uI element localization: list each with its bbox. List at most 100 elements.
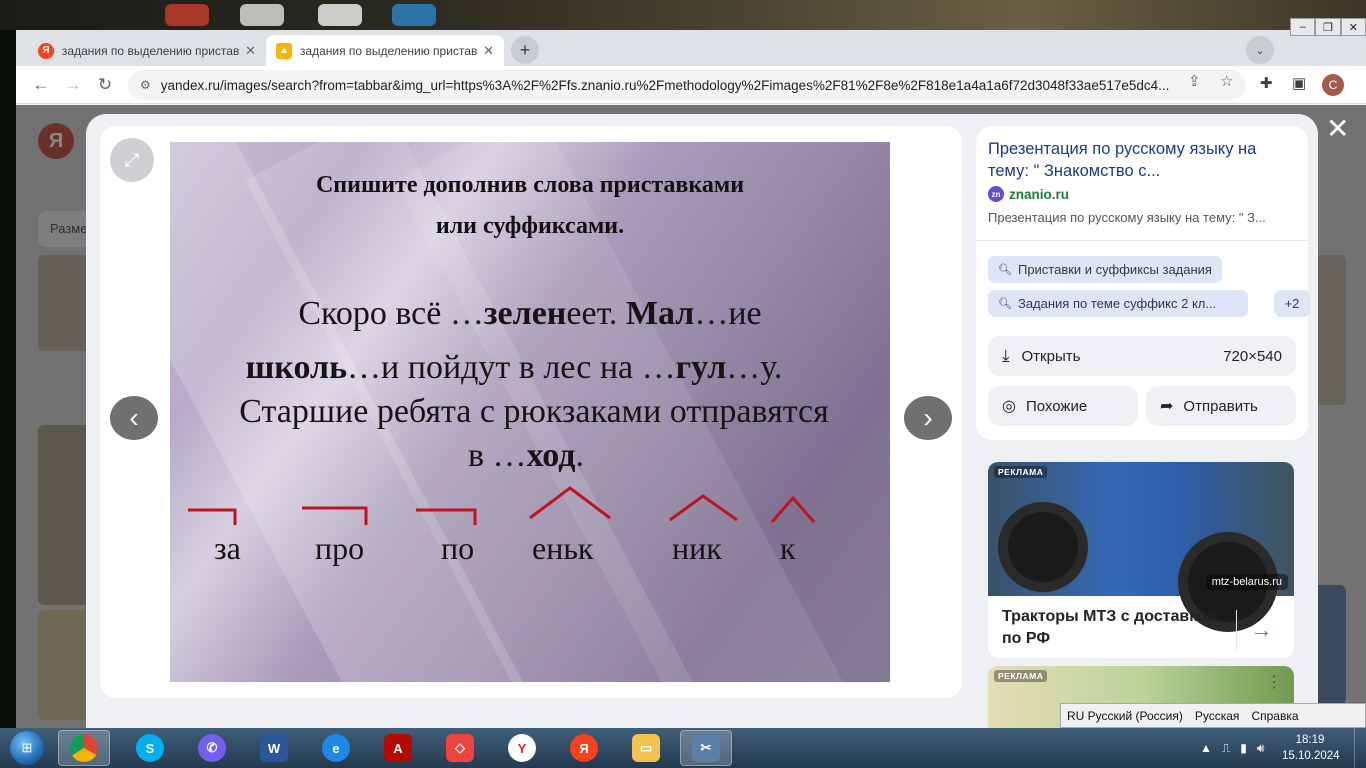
source-site-name: znanio.ru <box>1009 186 1069 202</box>
taskbar-anydesk[interactable]: ◇ <box>434 730 486 766</box>
suffix-mark <box>669 494 738 522</box>
browser-window: Я задания по выделению пристав ✕ ▲ задан… <box>16 30 1366 728</box>
acrobat-icon: A <box>384 734 412 762</box>
chip-label: Задания по теме суффикс 2 кл... <box>1017 296 1217 311</box>
reload-button[interactable]: ↻ <box>92 72 118 98</box>
window-controls: – ❐ ✕ <box>1290 18 1366 36</box>
source-title-link[interactable]: Презентация по русскому языку на тему: "… <box>988 138 1288 182</box>
site-info-icon[interactable]: ⚙ <box>140 78 151 92</box>
new-tab-button[interactable]: + <box>511 36 539 64</box>
open-label: Открыть <box>1021 347 1081 365</box>
forward-button[interactable]: → <box>60 72 86 98</box>
morpheme-label: за <box>214 530 241 566</box>
system-tray: ▲ ⎍ ▮ 🔊︎ <box>1200 728 1264 768</box>
help-link[interactable]: Справка <box>1251 709 1298 723</box>
windows-logo-icon: ⊞ <box>10 731 44 765</box>
ad-title[interactable]: Тракторы МТЗ с доставкой по РФ <box>1002 606 1222 650</box>
camera-icon: ◎ <box>1002 398 1016 415</box>
show-desktop-button[interactable] <box>1354 728 1366 768</box>
more-options-icon[interactable]: ⋮ <box>1266 672 1282 692</box>
download-icon: ⤓ <box>1002 346 1010 365</box>
start-button[interactable]: ⊞ <box>2 728 52 768</box>
suffix-mark <box>770 495 816 523</box>
taskbar-snipping-tool[interactable]: ✂ <box>680 730 732 766</box>
search-icon: 🔍︎ <box>998 264 1012 276</box>
morpheme-label: про <box>315 530 365 566</box>
tab-close-icon[interactable]: ✕ <box>483 43 494 59</box>
tab-search-button[interactable]: ⌄ <box>1246 36 1274 64</box>
more-chips-button[interactable]: +2 <box>1274 290 1310 317</box>
previous-image-button[interactable]: ‹ <box>110 396 158 440</box>
image-viewer: ⤢ ‹ › Спишите дополнив слова приставками… <box>100 126 962 698</box>
ad-card[interactable]: РЕКЛАМА mtz-belarus.ru Тракторы МТЗ с до… <box>988 462 1294 658</box>
tab-close-icon[interactable]: ✕ <box>245 43 256 59</box>
desktop-icon[interactable] <box>318 4 362 26</box>
divider <box>976 240 1308 241</box>
bookmark-star-icon[interactable]: ☆ <box>1220 72 1233 90</box>
viber-icon: ✆ <box>198 734 226 762</box>
related-query-chip[interactable]: 🔍︎ Задания по теме суффикс 2 кл... <box>988 290 1248 317</box>
taskbar: ⊞ S ✆ W e A ◇ Y Я ▭ ✂ ▲ ⎍ ▮ 🔊︎ 18:19 15.… <box>0 728 1366 768</box>
tab-title: задания по выделению пристав <box>299 43 478 58</box>
morpheme-label: еньк <box>532 530 594 566</box>
clock-date: 15.10.2024 <box>1282 750 1340 762</box>
chrome-icon <box>70 734 98 762</box>
address-bar[interactable]: ⚙ yandex.ru/images/search?from=tabbar&im… <box>128 70 1246 100</box>
extensions-icon[interactable]: ✚ <box>1260 74 1273 92</box>
taskbar-chrome[interactable] <box>58 730 110 766</box>
taskbar-explorer[interactable]: ▭ <box>620 730 672 766</box>
prefix-mark <box>416 508 477 525</box>
image-viewer-modal: ⤢ ‹ › Спишите дополнив слова приставками… <box>86 114 1318 728</box>
similar-images-button[interactable]: ◎ Похожие <box>988 386 1138 426</box>
taskbar-yandex[interactable]: Я <box>558 730 610 766</box>
next-image-button[interactable]: › <box>904 396 952 440</box>
minimize-button[interactable]: – <box>1290 18 1316 36</box>
desktop-icon[interactable] <box>240 4 284 26</box>
signal-icon[interactable]: ▮ <box>1240 741 1247 755</box>
share-arrow-icon: ➦ <box>1160 398 1174 415</box>
maximize-button[interactable]: ❐ <box>1315 18 1341 36</box>
share-button[interactable]: ➦ Отправить <box>1146 386 1296 426</box>
language-indicator[interactable]: RU Русский (Россия) <box>1067 709 1183 723</box>
share-label: Отправить <box>1183 397 1258 415</box>
morpheme-label: ник <box>672 530 722 566</box>
taskbar-ie[interactable]: e <box>310 730 362 766</box>
tab-strip: Я задания по выделению пристав ✕ ▲ задан… <box>16 30 1366 66</box>
scissors-icon: ✂ <box>692 734 720 762</box>
morpheme-marks <box>188 486 816 525</box>
show-hidden-icons-icon[interactable]: ▲ <box>1200 741 1212 755</box>
back-button[interactable]: ← <box>28 72 54 98</box>
close-button[interactable]: ✕ <box>1340 18 1366 36</box>
url-text: yandex.ru/images/search?from=tabbar&img_… <box>160 77 1170 93</box>
close-viewer-icon[interactable]: ✕ <box>1326 112 1349 145</box>
keyboard-layout[interactable]: Русская <box>1195 709 1240 723</box>
related-query-chip[interactable]: 🔍︎ Приставки и суффиксы задания <box>988 256 1222 283</box>
taskbar-yandex-browser[interactable]: Y <box>496 730 548 766</box>
taskbar-viber[interactable]: ✆ <box>186 730 238 766</box>
tab-image-viewer[interactable]: ▲ задания по выделению пристав ✕ <box>266 35 504 66</box>
anydesk-icon: ◇ <box>446 734 474 762</box>
system-clock[interactable]: 18:19 15.10.2024 <box>1282 732 1340 764</box>
side-panel-icon[interactable]: ▣ <box>1292 74 1306 92</box>
slide-image: Спишите дополнив слова приставками или с… <box>170 142 890 682</box>
suffix-mark <box>529 486 611 520</box>
taskbar-acrobat[interactable]: A <box>372 730 424 766</box>
desktop-icon[interactable] <box>392 4 436 26</box>
desktop-icon[interactable] <box>165 4 209 26</box>
taskbar-word[interactable]: W <box>248 730 300 766</box>
tab-yandex-search[interactable]: Я задания по выделению пристав ✕ <box>28 35 266 66</box>
fullscreen-button[interactable]: ⤢ <box>110 138 154 182</box>
desktop-background <box>0 0 1366 30</box>
yandex-favicon-icon: Я <box>38 42 54 59</box>
arrow-right-icon[interactable]: → <box>1236 610 1286 650</box>
clock-time: 18:19 <box>1295 734 1325 746</box>
volume-icon[interactable]: 🔊︎ <box>1257 741 1265 756</box>
profile-avatar[interactable]: C <box>1322 74 1344 96</box>
share-icon[interactable]: ⇪ <box>1188 72 1201 90</box>
search-icon: 🔍︎ <box>998 298 1012 310</box>
taskbar-skype[interactable]: S <box>124 730 176 766</box>
source-site-link[interactable]: zn znanio.ru <box>988 186 1069 202</box>
network-icon[interactable]: ⎍ <box>1222 741 1230 756</box>
open-image-button[interactable]: ⤓ Открыть 720×540 <box>988 336 1296 376</box>
tab-title: задания по выделению пристав <box>61 43 240 58</box>
